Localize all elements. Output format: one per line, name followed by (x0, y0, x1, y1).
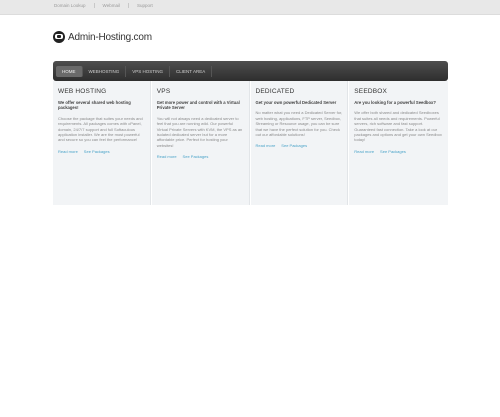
column-lead: We offer several shared web hosting pack… (58, 100, 131, 111)
column-body: We offer both shared and dedicated Seedb… (354, 110, 442, 143)
feature-column-dedicated: DEDICATED Get your own powerful Dedicate… (251, 81, 350, 205)
see-packages-link[interactable]: See Packages (380, 149, 406, 154)
column-lead: Get your own powerful Dedicated Server (255, 100, 337, 105)
top-link-webmail[interactable]: Webmail (103, 3, 129, 8)
column-links: Read more See Packages (58, 149, 146, 154)
nav-item-client-area[interactable]: Client Area (170, 65, 213, 77)
column-title: VPS (156, 88, 171, 95)
column-lead: Get more power and control with a Virtua… (156, 100, 240, 111)
top-link-support[interactable]: Support (137, 3, 161, 8)
column-body: No matter what you need a Dedicated Serv… (255, 110, 343, 138)
logo-icon (53, 31, 65, 43)
features-section: WEB HOSTING We offer several shared web … (53, 81, 448, 205)
column-title: DEDICATED (255, 88, 295, 95)
read-more-link[interactable]: Read more (354, 149, 374, 154)
feature-column-seedbox: SEEDBOX Are you looking for a powerful S… (349, 81, 448, 205)
see-packages-link[interactable]: See Packages (84, 149, 110, 154)
main-nav: Home Webhosting VPS Hosting Client Area (53, 61, 448, 81)
see-packages-link[interactable]: See Packages (281, 143, 307, 148)
read-more-link[interactable]: Read more (58, 149, 78, 154)
top-links: Domain Lookup Webmail Support (54, 3, 161, 8)
column-links: Read more See Packages (157, 154, 245, 159)
top-bar: Domain Lookup Webmail Support (0, 0, 500, 15)
column-links: Read more See Packages (354, 149, 443, 154)
column-body: You will not always need a dedicated ser… (156, 115, 243, 148)
logo-text: Admin-Hosting.com (68, 31, 152, 43)
column-lead: Are you looking for a powerful Seedbox? (354, 100, 436, 105)
top-link-domain-lookup[interactable]: Domain Lookup (54, 3, 95, 8)
feature-column-web-hosting: WEB HOSTING We offer several shared web … (53, 81, 152, 205)
feature-column-vps: VPS Get more power and control with a Vi… (152, 81, 251, 205)
column-title: SEEDBOX (354, 88, 388, 95)
column-links: Read more See Packages (256, 143, 344, 148)
column-body: Choose the package that suites your need… (58, 115, 143, 143)
nav-item-webhosting[interactable]: Webhosting (83, 65, 127, 77)
read-more-link[interactable]: Read more (256, 143, 276, 148)
nav-item-home[interactable]: Home (56, 65, 83, 77)
nav-item-vps-hosting[interactable]: VPS Hosting (126, 65, 171, 77)
site-logo[interactable]: Admin-Hosting.com (53, 31, 152, 43)
column-title: WEB HOSTING (58, 88, 107, 95)
read-more-link[interactable]: Read more (157, 154, 177, 159)
see-packages-link[interactable]: See Packages (183, 154, 209, 159)
